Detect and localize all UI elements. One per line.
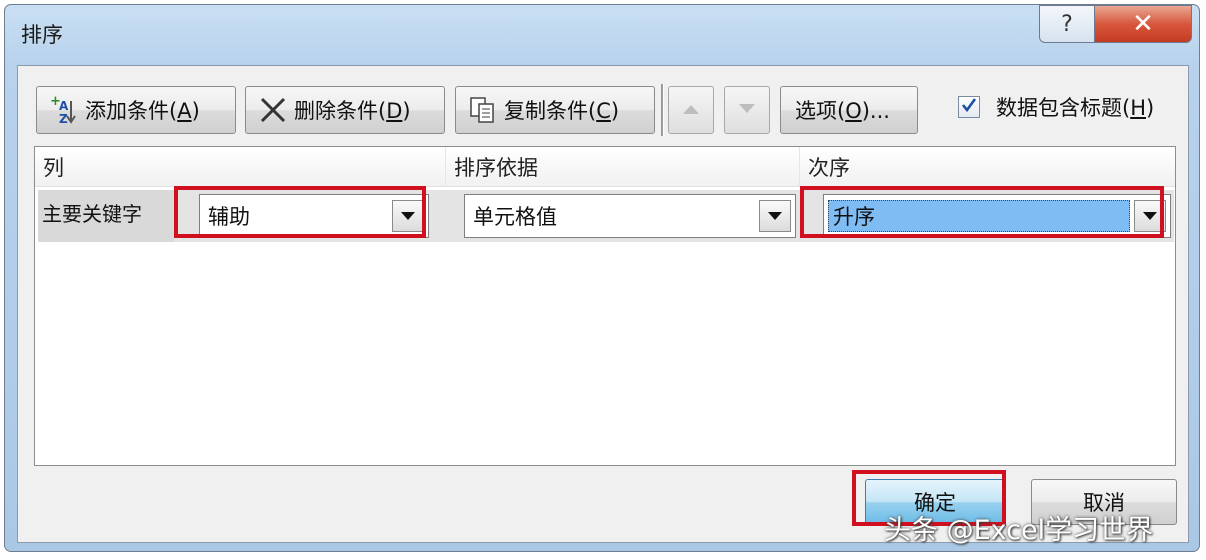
- sort-on-value: 单元格值: [473, 205, 557, 229]
- sort-dialog: 排序 ? ✕ + A Z 添加条件(A) 删除条件(D) 复制条件(C) 选项(…: [4, 4, 1200, 552]
- copy-icon: [468, 95, 498, 125]
- delete-x-icon: [258, 95, 288, 125]
- dropdown-arrow-icon[interactable]: [392, 200, 424, 232]
- toolbar-separator: [661, 84, 664, 136]
- copy-condition-label: 复制条件(C): [504, 99, 620, 123]
- checkmark-icon: [960, 95, 978, 119]
- svg-text:Z: Z: [59, 112, 68, 125]
- dialog-title: 排序: [21, 23, 63, 47]
- row-label-primary-key: 主要关键字: [38, 190, 174, 242]
- has-headers-checkbox[interactable]: [958, 96, 980, 118]
- move-up-button[interactable]: [668, 86, 714, 134]
- has-headers-option[interactable]: 数据包含标题(H): [958, 92, 1154, 122]
- move-down-button[interactable]: [724, 86, 770, 134]
- sort-column-value: 辅助: [208, 205, 250, 229]
- options-button[interactable]: 选项(O)...: [780, 86, 918, 134]
- dropdown-arrow-icon[interactable]: [759, 200, 791, 232]
- title-bar: 排序 ? ✕: [5, 5, 1199, 61]
- column-header-column: 列: [35, 147, 445, 187]
- arrow-down-icon: [737, 100, 757, 121]
- dropdown-arrow-icon[interactable]: [1134, 200, 1166, 232]
- column-header-order: 次序: [799, 147, 1175, 187]
- sort-levels-grid: 列 排序依据 次序 主要关键字 辅助 单元格值 升序: [34, 146, 1176, 466]
- sort-on-select[interactable]: 单元格值: [464, 194, 796, 238]
- column-header-sort-on: 排序依据: [445, 147, 799, 187]
- close-icon: ✕: [1132, 9, 1154, 39]
- sort-order-select[interactable]: 升序: [823, 194, 1171, 238]
- delete-condition-label: 删除条件(D): [294, 99, 411, 123]
- help-icon: ?: [1061, 11, 1073, 37]
- copy-condition-button[interactable]: 复制条件(C): [455, 86, 655, 134]
- add-sort-level-icon: + A Z: [49, 94, 79, 126]
- options-label: 选项(O)...: [795, 99, 890, 123]
- delete-condition-button[interactable]: 删除条件(D): [245, 86, 445, 134]
- add-condition-label: 添加条件(A): [85, 99, 200, 123]
- has-headers-label: 数据包含标题(H): [996, 96, 1155, 120]
- sort-order-value: 升序: [828, 200, 1130, 232]
- help-button[interactable]: ?: [1039, 5, 1095, 43]
- add-condition-button[interactable]: + A Z 添加条件(A): [36, 86, 236, 134]
- arrow-up-icon: [681, 100, 701, 121]
- sort-column-select[interactable]: 辅助: [199, 194, 429, 238]
- watermark-text: 头条 @Excel学习世界: [884, 515, 1154, 546]
- svg-text:A: A: [59, 99, 69, 113]
- close-button[interactable]: ✕: [1094, 5, 1192, 43]
- dialog-body: + A Z 添加条件(A) 删除条件(D) 复制条件(C) 选项(O)... 数…: [17, 65, 1189, 543]
